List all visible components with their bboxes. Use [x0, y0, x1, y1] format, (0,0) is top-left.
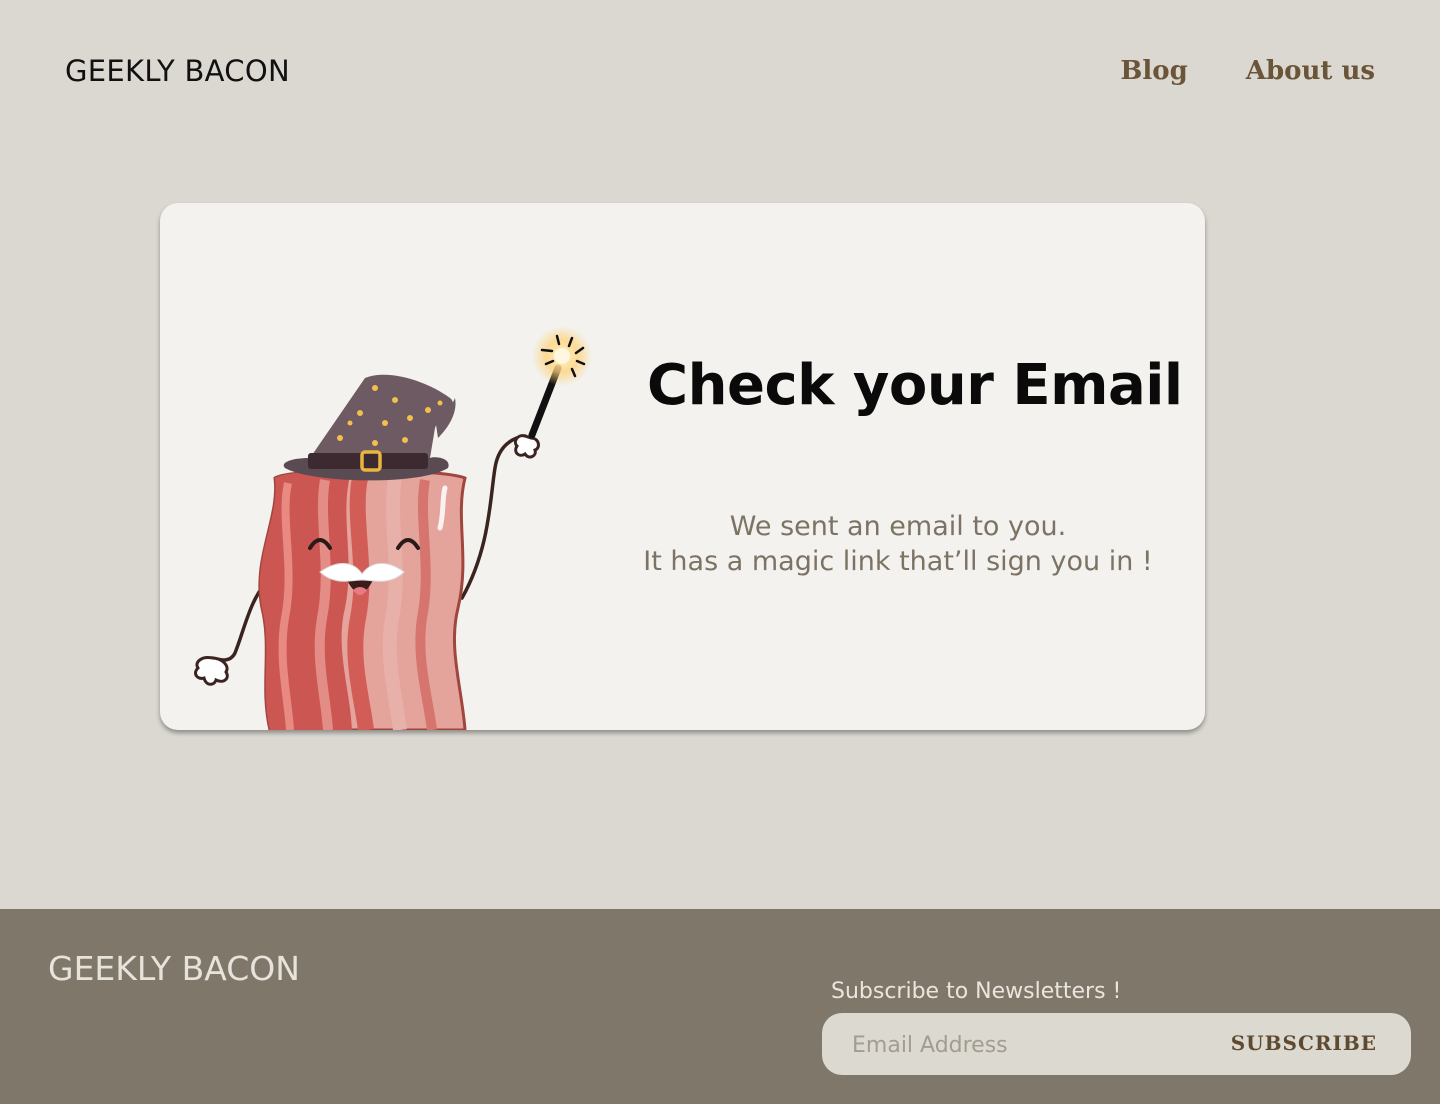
wizard-bacon-illustration	[194, 326, 592, 730]
subscribe-button[interactable]: SUBSCRIBE	[1231, 1031, 1377, 1055]
main-nav: Blog About us	[1120, 56, 1375, 86]
footer-brand-logo[interactable]: GEEKLY BACON	[48, 949, 300, 988]
message-line: It has a magic link that’ll sign you in …	[643, 546, 1153, 577]
footer: GEEKLY BACON Subscribe to Newsletters ! …	[0, 909, 1440, 1104]
newsletter-label: Subscribe to Newsletters !	[831, 979, 1122, 1004]
newsletter-form: SUBSCRIBE	[822, 1013, 1411, 1075]
confirmation-message: We sent an email to you. It has a magic …	[630, 509, 1166, 579]
page-title: Check your Email	[647, 353, 1183, 418]
message-line: We sent an email to you.	[729, 511, 1067, 542]
nav-link-blog[interactable]: Blog	[1120, 56, 1187, 86]
check-email-card: Check your Email We sent an email to you…	[160, 203, 1205, 730]
nav-link-about-us[interactable]: About us	[1246, 56, 1375, 86]
header-brand-logo[interactable]: GEEKLY BACON	[65, 54, 290, 88]
email-input[interactable]	[850, 1027, 1184, 1063]
